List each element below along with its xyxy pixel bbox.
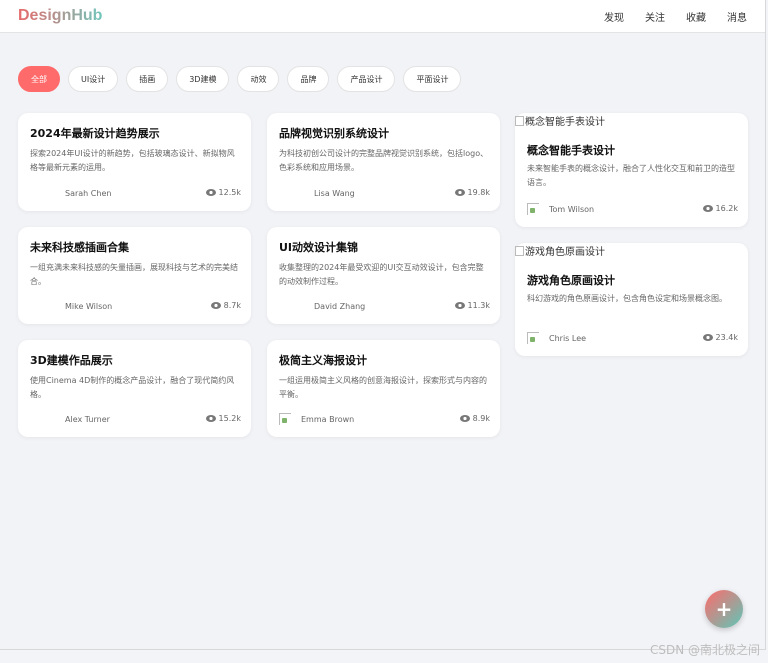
avatar xyxy=(527,203,539,215)
filter-motion[interactable]: 动效 xyxy=(237,66,280,92)
top-header: DesignHub 发现 关注 收藏 消息 xyxy=(0,0,765,33)
view-count: 8.9k xyxy=(459,414,490,423)
view-count-value: 8.9k xyxy=(472,414,490,423)
card-description: 收集整理的2024年最受欢迎的UI交互动效设计，包含完整的动效制作过程。 xyxy=(279,263,484,286)
design-card[interactable]: 2024年最新设计趋势展示 探索2024年UI设计的新趋势，包括玻璃态设计、新拟… xyxy=(18,113,251,211)
design-card[interactable]: 未来科技感插画合集 一组充满未来科技感的矢量插画，展现科技与艺术的完美结合。 M… xyxy=(18,227,251,324)
nav-messages[interactable]: 消息 xyxy=(727,9,747,24)
card-title: UI动效设计集锦 xyxy=(279,241,359,254)
card-author: David Zhang xyxy=(279,300,365,312)
eye-icon xyxy=(459,415,470,422)
view-count-value: 15.2k xyxy=(218,414,241,423)
card-title: 3D建模作品展示 xyxy=(30,354,113,367)
design-card[interactable]: 品牌视觉识别系统设计 为科技初创公司设计的完整品牌视觉识别系统，包括logo、色… xyxy=(267,113,500,211)
eye-icon xyxy=(702,334,713,341)
eye-icon xyxy=(205,189,216,196)
card-description: 探索2024年UI设计的新趋势，包括玻璃态设计、新拟物风格等最新元素的运用。 xyxy=(30,149,235,172)
view-count-value: 11.3k xyxy=(467,301,490,310)
author-name: Tom Wilson xyxy=(549,204,595,214)
avatar xyxy=(30,300,52,312)
author-name: Emma Brown xyxy=(301,414,355,424)
card-description: 使用Cinema 4D制作的概念产品设计，融合了现代简约风格。 xyxy=(30,376,235,399)
eye-icon xyxy=(454,189,465,196)
view-count: 23.4k xyxy=(702,333,738,342)
card-description: 未来智能手表的概念设计，融合了人性化交互和前卫的造型语言。 xyxy=(527,164,735,187)
avatar xyxy=(527,332,539,344)
card-title: 游戏角色原画设计 xyxy=(527,274,615,287)
eye-icon xyxy=(702,205,713,212)
image-alt-text: 游戏角色原画设计 xyxy=(525,247,605,258)
card-author: Chris Lee xyxy=(527,332,586,344)
card-description: 一组运用极简主义风格的创意海报设计，探索形式与内容的平衡。 xyxy=(279,376,487,399)
view-count-value: 8.7k xyxy=(223,301,241,310)
category-filters: 全部 UI设计 插画 3D建模 动效 品牌 产品设计 平面设计 xyxy=(18,66,462,92)
filter-3d[interactable]: 3D建模 xyxy=(176,66,230,92)
card-title: 未来科技感插画合集 xyxy=(30,241,129,254)
card-author: Sarah Chen xyxy=(30,187,111,199)
view-count: 8.7k xyxy=(210,301,241,310)
nav-follow[interactable]: 关注 xyxy=(645,9,665,24)
view-count-value: 16.2k xyxy=(715,204,738,213)
card-title: 2024年最新设计趋势展示 xyxy=(30,127,160,140)
filter-brand[interactable]: 品牌 xyxy=(287,66,330,92)
design-card[interactable]: 概念智能手表设计 概念智能手表设计 未来智能手表的概念设计，融合了人性化交互和前… xyxy=(515,113,748,227)
view-count: 11.3k xyxy=(454,301,490,310)
design-card[interactable]: 极简主义海报设计 一组运用极简主义风格的创意海报设计，探索形式与内容的平衡。 E… xyxy=(267,340,500,437)
avatar xyxy=(279,413,291,425)
card-author: Tom Wilson xyxy=(527,203,594,215)
card-description: 一组充满未来科技感的矢量插画，展现科技与艺术的完美结合。 xyxy=(30,263,238,286)
design-card[interactable]: 游戏角色原画设计 游戏角色原画设计 科幻游戏的角色原画设计，包含角色设定和场景概… xyxy=(515,243,748,356)
author-name: David Zhang xyxy=(314,301,366,311)
eye-icon xyxy=(210,302,221,309)
filter-all[interactable]: 全部 xyxy=(18,66,60,92)
card-title: 概念智能手表设计 xyxy=(527,144,615,157)
image-alt-text: 概念智能手表设计 xyxy=(525,117,605,128)
view-count: 16.2k xyxy=(702,204,738,213)
top-nav: 发现 关注 收藏 消息 xyxy=(604,9,747,24)
view-count: 12.5k xyxy=(205,188,241,197)
app-logo[interactable]: DesignHub xyxy=(18,7,102,25)
filter-product[interactable]: 产品设计 xyxy=(337,66,396,92)
avatar xyxy=(30,187,52,199)
broken-image-icon xyxy=(515,245,524,256)
filter-graphic[interactable]: 平面设计 xyxy=(403,66,462,92)
avatar xyxy=(279,300,301,312)
filter-ui[interactable]: UI设计 xyxy=(68,66,119,92)
nav-discover[interactable]: 发现 xyxy=(604,9,624,24)
broken-image-icon xyxy=(515,115,524,126)
author-name: Chris Lee xyxy=(549,333,587,343)
card-title: 极简主义海报设计 xyxy=(279,354,367,367)
author-name: Alex Turner xyxy=(65,414,110,424)
card-author: Lisa Wang xyxy=(279,187,355,199)
card-image: 概念智能手表设计 xyxy=(515,113,605,128)
card-author: Mike Wilson xyxy=(30,300,112,312)
view-count: 15.2k xyxy=(205,414,241,423)
author-name: Lisa Wang xyxy=(314,188,355,198)
nav-favorites[interactable]: 收藏 xyxy=(686,9,706,24)
add-button[interactable]: + xyxy=(705,590,743,628)
design-card[interactable]: 3D建模作品展示 使用Cinema 4D制作的概念产品设计，融合了现代简约风格。… xyxy=(18,340,251,437)
card-title: 品牌视觉识别系统设计 xyxy=(279,127,389,140)
eye-icon xyxy=(205,415,216,422)
card-image: 游戏角色原画设计 xyxy=(515,243,605,258)
avatar xyxy=(279,187,301,199)
view-count-value: 23.4k xyxy=(715,333,738,342)
author-name: Sarah Chen xyxy=(65,188,112,198)
app-window: DesignHub 发现 关注 收藏 消息 全部 UI设计 插画 3D建模 动效… xyxy=(0,0,766,650)
view-count-value: 12.5k xyxy=(218,188,241,197)
card-author: Emma Brown xyxy=(279,413,354,425)
avatar xyxy=(30,413,52,425)
card-description: 为科技初创公司设计的完整品牌视觉识别系统，包括logo、色彩系统和应用场景。 xyxy=(279,149,489,172)
design-card[interactable]: UI动效设计集锦 收集整理的2024年最受欢迎的UI交互动效设计，包含完整的动效… xyxy=(267,227,500,324)
eye-icon xyxy=(454,302,465,309)
view-count-value: 19.8k xyxy=(467,188,490,197)
author-name: Mike Wilson xyxy=(65,301,113,311)
filter-illustration[interactable]: 插画 xyxy=(126,66,169,92)
card-description: 科幻游戏的角色原画设计，包含角色设定和场景概念图。 xyxy=(527,294,727,303)
watermark: CSDN @南北极之间 xyxy=(649,643,760,657)
card-author: Alex Turner xyxy=(30,413,110,425)
view-count: 19.8k xyxy=(454,188,490,197)
